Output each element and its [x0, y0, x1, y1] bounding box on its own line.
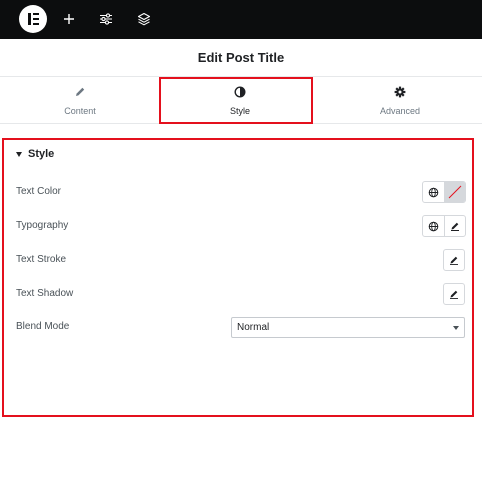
typography-control [422, 215, 466, 237]
sliders-icon [100, 13, 112, 25]
blend-mode-value: Normal [237, 322, 270, 333]
blend-mode-label: Blend Mode [16, 321, 70, 332]
chevron-down-icon [453, 326, 459, 330]
typography-edit-button[interactable] [444, 216, 465, 236]
typography-label: Typography [16, 220, 69, 231]
text-stroke-edit-button[interactable] [443, 249, 465, 271]
text-shadow-label: Text Shadow [16, 288, 74, 299]
top-bar [0, 0, 482, 39]
logo-line-3 [33, 22, 39, 25]
pencil-icon [74, 85, 86, 99]
pencil-icon [451, 222, 459, 231]
panel-title: Edit Post Title [197, 50, 285, 65]
pencil-icon [450, 256, 458, 265]
layers-icon [137, 12, 151, 26]
text-color-picker-button[interactable] [444, 182, 465, 202]
elementor-logo[interactable] [19, 5, 47, 33]
caret-down-icon [16, 151, 22, 157]
gear-icon [394, 85, 406, 99]
add-element-button[interactable] [55, 5, 83, 33]
logo-stem [28, 13, 31, 25]
text-color-global-button[interactable] [423, 182, 444, 202]
panel-tabs: Content Style Advanced [0, 77, 482, 124]
tab-style[interactable]: Style [160, 77, 320, 124]
no-color-swatch-icon [448, 185, 462, 199]
style-section-highlight [2, 138, 474, 417]
tab-advanced-label: Advanced [379, 106, 421, 116]
globe-icon [428, 221, 439, 231]
logo-line-1 [33, 13, 39, 16]
blend-mode-select[interactable]: Normal [231, 317, 465, 338]
tab-style-label: Style [229, 106, 250, 116]
navigator-button[interactable] [130, 5, 158, 33]
typography-global-button[interactable] [423, 216, 444, 236]
text-stroke-label: Text Stroke [16, 254, 67, 265]
plus-icon [64, 14, 74, 24]
text-color-label: Text Color [16, 186, 62, 197]
logo-line-2 [33, 17, 39, 21]
globe-icon [428, 187, 439, 197]
tab-content-label: Content [64, 106, 96, 116]
contrast-icon [234, 85, 246, 99]
text-color-control [422, 181, 466, 203]
section-title: Style [28, 148, 55, 160]
pencil-icon [450, 290, 458, 299]
style-section-toggle[interactable]: Style [16, 148, 54, 160]
site-settings-button[interactable] [92, 5, 120, 33]
text-shadow-edit-button[interactable] [443, 283, 465, 305]
panel-header: Edit Post Title [0, 39, 482, 77]
tab-content[interactable]: Content [0, 77, 160, 124]
tab-advanced[interactable]: Advanced [320, 77, 480, 124]
